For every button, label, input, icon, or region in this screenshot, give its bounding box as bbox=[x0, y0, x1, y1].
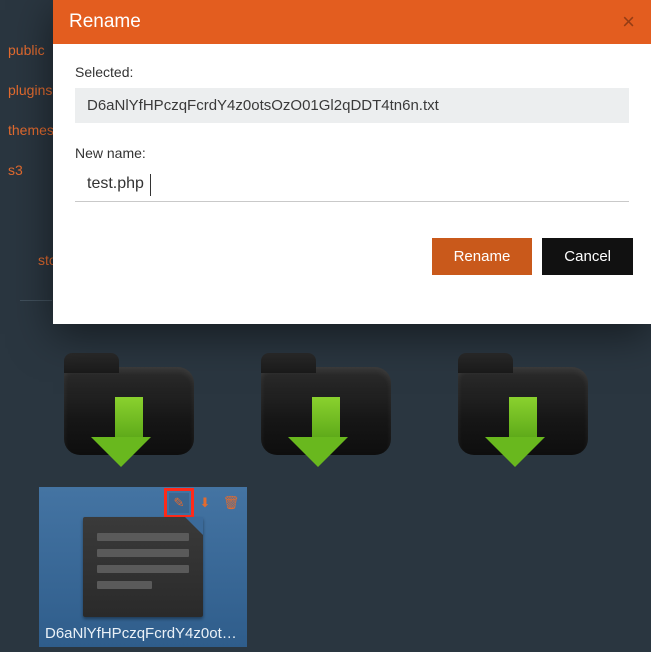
folder-item[interactable] bbox=[54, 345, 204, 465]
file-caption: D6aNlYfHPczqFcrdY4z0otsOz bbox=[45, 625, 241, 642]
rename-icon[interactable]: ✎ bbox=[169, 493, 189, 513]
modal-footer: Rename Cancel bbox=[53, 226, 651, 295]
cancel-button[interactable]: Cancel bbox=[542, 238, 633, 275]
folder-icon bbox=[458, 367, 588, 455]
file-card-selected[interactable]: ✎ ⬇ 🗑 D6aNlYfHPczqFcrdY4z0otsOz bbox=[39, 487, 247, 647]
rename-modal: Rename × Selected: D6aNlYfHPczqFcrdY4z0o… bbox=[53, 0, 651, 324]
folder-icon bbox=[64, 367, 194, 455]
modal-header: Rename × bbox=[53, 0, 651, 44]
folder-item[interactable] bbox=[448, 345, 598, 465]
file-card-actions: ✎ ⬇ 🗑 bbox=[169, 493, 241, 513]
trash-icon[interactable]: 🗑 bbox=[221, 493, 241, 513]
download-arrow-icon bbox=[501, 397, 545, 467]
newname-input[interactable] bbox=[87, 175, 617, 193]
rename-button[interactable]: Rename bbox=[432, 238, 533, 275]
selected-value: D6aNlYfHPczqFcrdY4z0otsOzO01Gl2qDDT4tn6n… bbox=[75, 88, 629, 123]
modal-body: Selected: D6aNlYfHPczqFcrdY4z0otsOzO01Gl… bbox=[53, 44, 651, 226]
newname-label: New name: bbox=[75, 145, 629, 161]
close-icon[interactable]: × bbox=[622, 11, 635, 33]
download-arrow-icon bbox=[107, 397, 151, 467]
text-caret bbox=[150, 174, 151, 196]
folder-item[interactable] bbox=[251, 345, 401, 465]
folder-row bbox=[0, 345, 651, 465]
selected-label: Selected: bbox=[75, 64, 629, 80]
newname-input-wrap bbox=[75, 169, 629, 202]
folder-icon bbox=[261, 367, 391, 455]
modal-title: Rename bbox=[69, 11, 141, 33]
download-arrow-icon bbox=[304, 397, 348, 467]
download-icon[interactable]: ⬇ bbox=[195, 493, 215, 513]
file-document-icon bbox=[83, 517, 203, 617]
